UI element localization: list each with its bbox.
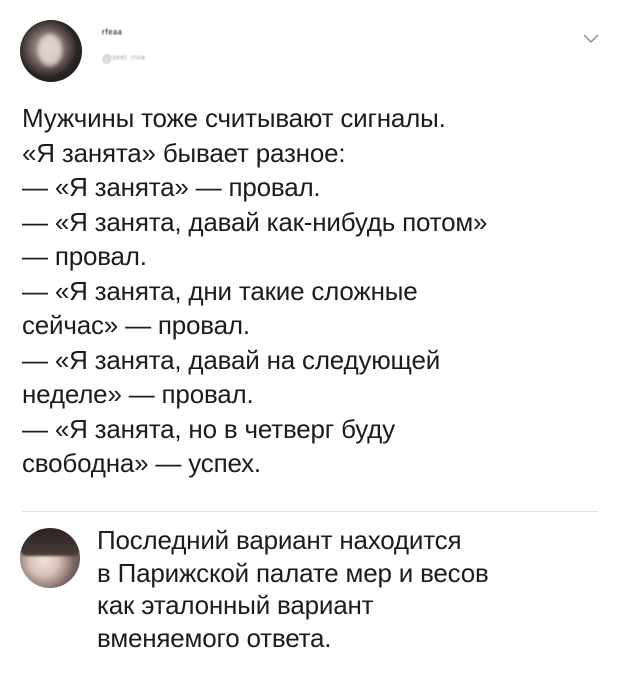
tweet-line: Мужчины тоже считывают сигналы. (22, 103, 446, 133)
tweet-line: — «Я занята, но в четверг буду (22, 413, 395, 444)
tweet-line: — провал. (22, 241, 147, 271)
author-handle[interactable]: @ʸᵉᵉᵗ ʳʳᵘᵃ (102, 54, 145, 65)
reply-line: как эталонный вариант (97, 590, 374, 620)
reply-line: в Парижской палате мер и весов (97, 557, 489, 588)
reply-line: Последний вариант находится (97, 525, 462, 555)
tweet-line: — «Я занята, давай на следующей (22, 344, 441, 375)
avatar-hair (20, 528, 80, 556)
reply: Последний вариант находится в Парижской … (20, 525, 600, 678)
tweet-text: Мужчины тоже считывают сигналы. «Я занят… (22, 101, 592, 481)
tweet-line: неделе» — провал. (22, 379, 254, 409)
chevron-down-icon[interactable] (582, 32, 600, 46)
tweet-line: — «Я занята, давай как-нибудь потом» (22, 206, 488, 237)
tweet-line: сейчас» — провал. (22, 310, 250, 340)
avatar-face (38, 34, 62, 66)
divider (22, 511, 598, 512)
tweet-line: свободна» — успех. (22, 448, 261, 478)
tweet-header: ʳᶠᵉᵃᵃ @ʸᵉᵉᵗ ʳʳᵘᵃ (20, 16, 600, 86)
reply-text: Последний вариант находится в Парижской … (97, 524, 597, 654)
tweet-line: «Я занята» бывает разное: (22, 137, 346, 168)
reply-line: вменяемого ответа. (97, 622, 332, 653)
author-name[interactable]: ʳᶠᵉᵃᵃ (102, 28, 122, 40)
author-avatar[interactable] (20, 20, 82, 82)
tweet-line: — «Я занята, дни такие сложные (22, 275, 418, 306)
reply-avatar[interactable] (20, 528, 80, 588)
tweet-line: — «Я занята» — провал. (22, 172, 321, 202)
